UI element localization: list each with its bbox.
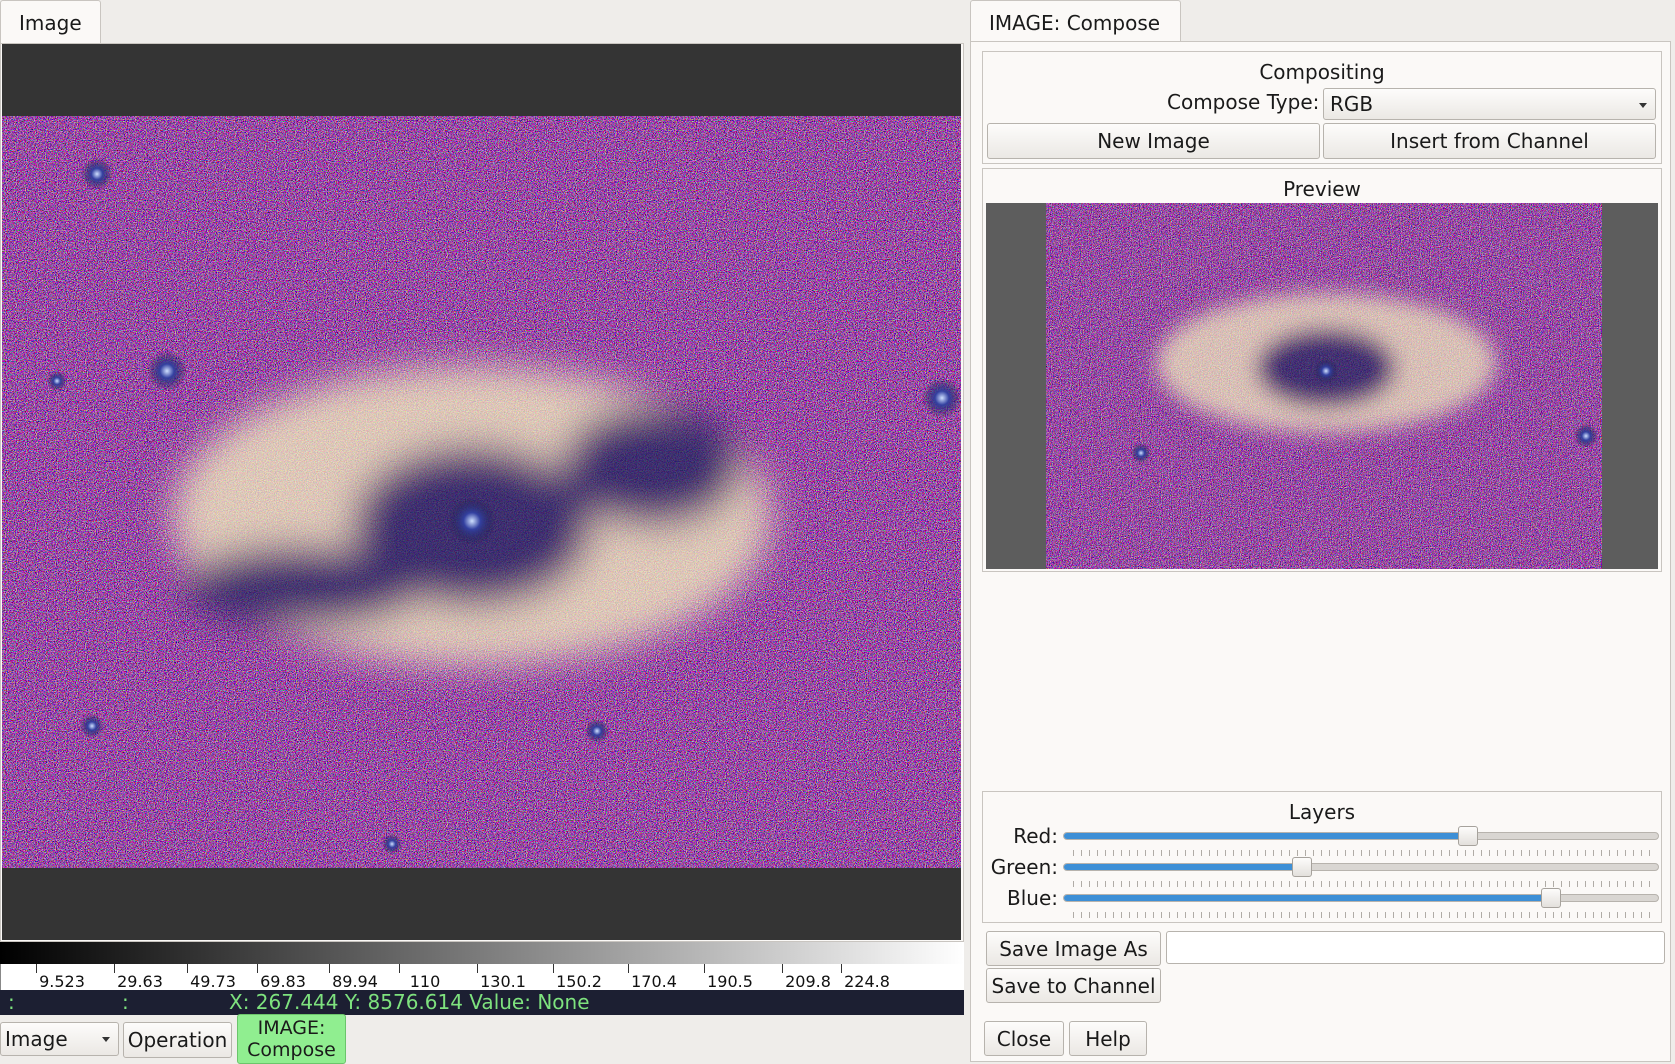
status-left1: :: [8, 990, 15, 1014]
operation-label: Operation: [127, 1028, 228, 1052]
colorbar-tick-label: 49.73: [190, 972, 236, 991]
chevron-down-icon: [1639, 103, 1647, 108]
layer-slider-ticks: [1073, 850, 1653, 856]
new-image-label: New Image: [1097, 129, 1210, 153]
colorbar-tick-label: 170.4: [631, 972, 677, 991]
save-image-as-button[interactable]: Save Image As: [986, 931, 1161, 966]
colorbar-tick-label: 9.523: [39, 972, 85, 991]
colorbar-scale: 9.523 29.63 49.73 69.83 89.94 110 130.1 150.2 17…: [0, 964, 964, 991]
colorbar-tick-label: 89.94: [332, 972, 378, 991]
colorbar-tick-label: 209.8: [785, 972, 831, 991]
help-button[interactable]: Help: [1069, 1021, 1147, 1056]
colorbar-tick-mark: [704, 964, 705, 973]
colorbar-tick-mark: [782, 964, 783, 973]
compositing-title: Compositing: [1259, 60, 1385, 84]
preview-canvas[interactable]: [986, 203, 1658, 569]
colorbar-tick-label: 190.5: [707, 972, 753, 991]
save-path-input[interactable]: [1166, 931, 1665, 964]
layer-slider-ticks: [1073, 912, 1653, 918]
preview-title: Preview: [1283, 177, 1361, 201]
slider-label: Blue:: [1007, 886, 1058, 910]
layer-slider-fill: [1064, 833, 1468, 839]
layer-slider-fill: [1064, 895, 1552, 901]
new-image-button[interactable]: New Image: [987, 123, 1320, 159]
plugin-select-value: Image: [5, 1027, 68, 1051]
colorbar-tick-mark: [399, 964, 400, 973]
slider-label: Red:: [1013, 824, 1058, 848]
layer-slider-track[interactable]: [1063, 857, 1659, 877]
colorbar-tick-label: 224.8: [844, 972, 890, 991]
chevron-down-icon: [102, 1037, 110, 1042]
colorbar-tick-mark: [477, 964, 478, 973]
astronomical-image[interactable]: [2, 116, 961, 868]
save-to-channel-button[interactable]: Save to Channel: [986, 968, 1161, 1003]
colorbar-tick-mark: [329, 964, 330, 973]
colorbar-tick-mark: [841, 964, 842, 973]
operation-button[interactable]: Operation: [123, 1022, 232, 1058]
insert-from-channel-button[interactable]: Insert from Channel: [1323, 123, 1656, 159]
colorbar-tick-label: 29.63: [117, 972, 163, 991]
layer-slider-track[interactable]: [1063, 888, 1659, 908]
colorbar-tick-mark: [187, 964, 188, 973]
layer-slider-track[interactable]: [1063, 826, 1659, 846]
colorbar-tick-mark: [257, 964, 258, 973]
colorbar-tick-mark: [553, 964, 554, 973]
status-bar: : : X: 267.444 Y: 8576.614 Value: None: [0, 990, 964, 1015]
colorbar-tick-label: 130.1: [480, 972, 526, 991]
colorbar-tick-mark: [114, 964, 115, 973]
tab-image-label: Image: [19, 11, 82, 35]
layer-slider-fill: [1064, 864, 1302, 870]
active-plugin-line2: Compose: [247, 1039, 336, 1061]
colorbar-tick-mark: [628, 964, 629, 973]
compose-type-value: RGB: [1330, 92, 1374, 116]
colorbar-tick-label: 150.2: [556, 972, 602, 991]
colorbar-tick-mark: [36, 964, 37, 973]
compose-type-label: Compose Type:: [1167, 90, 1320, 114]
layer-slider-ticks: [1073, 881, 1653, 887]
colorbar-tick-label: 69.83: [260, 972, 306, 991]
save-to-channel-label: Save to Channel: [991, 973, 1156, 998]
slider-label: Green:: [990, 855, 1058, 879]
colorbar-tick-label: 110: [409, 972, 441, 991]
preview-image: [1046, 203, 1602, 569]
layer-slider-handle[interactable]: [1457, 826, 1478, 846]
tab-compose[interactable]: IMAGE: Compose: [970, 0, 1181, 42]
tab-compose-label: IMAGE: Compose: [989, 11, 1161, 35]
layers-title: Layers: [1288, 800, 1356, 824]
help-label: Help: [1085, 1026, 1131, 1051]
compose-type-select[interactable]: RGB: [1323, 88, 1656, 120]
colorbar[interactable]: [0, 942, 964, 964]
active-plugin-line1: IMAGE:: [257, 1017, 326, 1039]
tab-image[interactable]: Image: [0, 0, 101, 44]
close-button[interactable]: Close: [984, 1021, 1064, 1056]
active-plugin-button[interactable]: IMAGE: Compose: [237, 1014, 346, 1064]
status-coords: X: 267.444 Y: 8576.614 Value: None: [229, 990, 590, 1014]
insert-from-channel-label: Insert from Channel: [1390, 129, 1589, 153]
status-left2: :: [122, 990, 129, 1014]
close-label: Close: [996, 1026, 1052, 1051]
layer-slider-handle[interactable]: [1291, 857, 1312, 877]
layer-slider-handle[interactable]: [1541, 888, 1562, 908]
plugin-select[interactable]: Image: [0, 1022, 119, 1056]
image-viewer[interactable]: [2, 44, 961, 940]
save-image-as-label: Save Image As: [999, 936, 1148, 961]
